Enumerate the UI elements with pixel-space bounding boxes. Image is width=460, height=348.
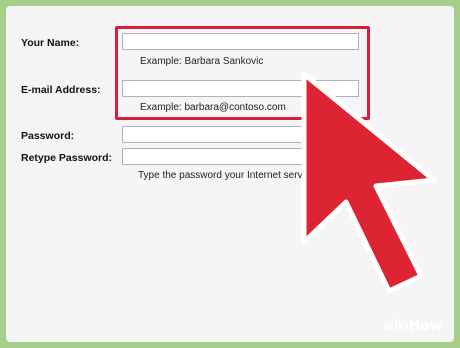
password-label: Password:	[21, 130, 75, 142]
your-name-label: Your Name:	[21, 37, 80, 49]
highlight-box	[115, 26, 370, 120]
retype-password-label: Retype Password:	[21, 152, 113, 164]
retype-password-input[interactable]	[122, 148, 322, 165]
password-input[interactable]	[122, 126, 322, 143]
password-hint: Type the password your Internet serv	[138, 170, 303, 181]
wikihow-logo: wikiHow	[382, 318, 442, 334]
email-account-form: Your Name: Example: Barbara Sankovic E-m…	[6, 6, 454, 342]
email-address-label: E-mail Address:	[21, 84, 101, 96]
